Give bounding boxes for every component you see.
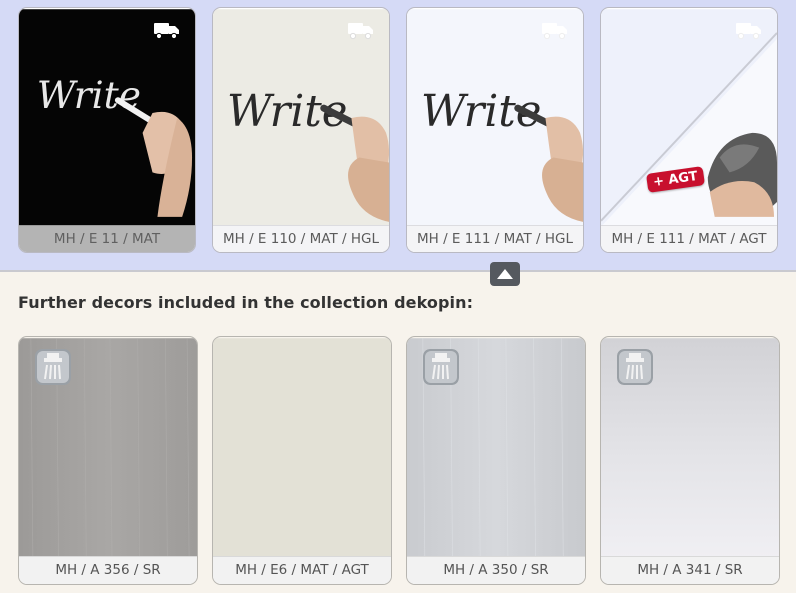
shower-icon (35, 349, 71, 385)
decor-swatch-white: Write (407, 9, 583, 227)
decor-card-a356[interactable]: MH / A 356 / SR (18, 336, 198, 585)
decor-code-label: MH / E6 / MAT / AGT (213, 556, 391, 584)
band-divider (0, 270, 796, 272)
collapse-button[interactable] (490, 262, 520, 286)
decor-code-label: MH / E 111 / MAT / AGT (601, 225, 777, 252)
decor-code-label: MH / A 350 / SR (407, 556, 585, 584)
decor-card-a341[interactable]: MH / A 341 / SR (600, 336, 780, 585)
decor-card-e110[interactable]: Write MH / E 110 / MAT / HGL (212, 7, 390, 253)
decor-swatch-beige (213, 338, 391, 558)
decor-code-label: MH / E 110 / MAT / HGL (213, 225, 389, 252)
decor-card-a350[interactable]: MH / A 350 / SR (406, 336, 586, 585)
decor-swatch-cream: Write (213, 9, 389, 227)
decor-card-e6[interactable]: MH / E6 / MAT / AGT (212, 336, 392, 585)
decor-code-label: MH / A 356 / SR (19, 556, 197, 584)
decor-card-e111-hgl[interactable]: Write MH / E 111 / MAT / HGL (406, 7, 584, 253)
write-script-text: Write (37, 73, 141, 117)
section-title: Further decors included in the collectio… (18, 293, 474, 312)
decor-card-e11[interactable]: Write MH / E 11 / MAT (18, 7, 196, 253)
truck-icon (736, 23, 761, 40)
shower-icon (617, 349, 653, 385)
truck-icon (542, 23, 567, 40)
decor-swatch-black: Write (19, 9, 195, 227)
shower-icon (423, 349, 459, 385)
decor-swatch-agt (601, 9, 777, 227)
caret-up-icon (497, 269, 513, 279)
truck-icon (154, 23, 179, 40)
decor-code-label: MH / E 11 / MAT (19, 225, 195, 252)
decor-code-label: MH / A 341 / SR (601, 556, 779, 584)
truck-icon (348, 23, 373, 40)
decor-code-label: MH / E 111 / MAT / HGL (407, 225, 583, 252)
decor-card-e111-agt[interactable]: + AGT MH / E 111 / MAT / AGT (600, 7, 778, 253)
